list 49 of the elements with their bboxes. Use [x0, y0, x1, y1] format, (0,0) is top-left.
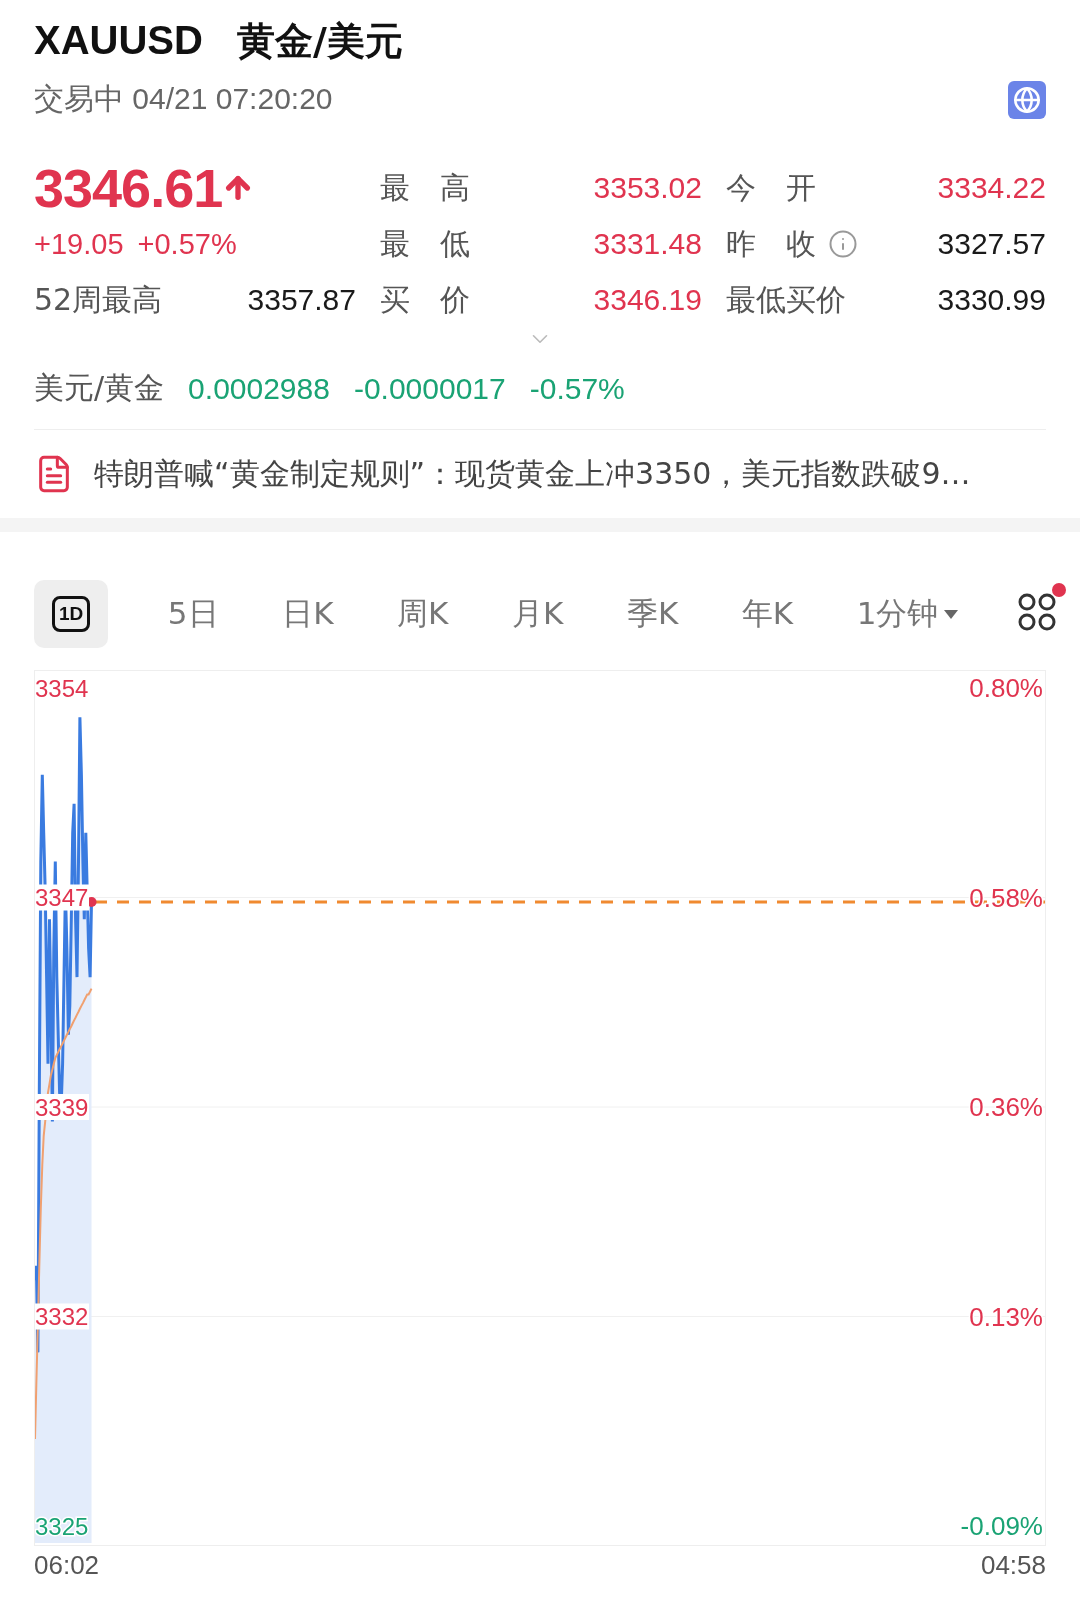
stat-value: 3357.87	[247, 283, 356, 317]
axis-label: 3347	[35, 884, 89, 911]
inverse-price: 0.0002988	[188, 371, 330, 406]
stat-value: 3353.02	[593, 171, 702, 205]
period-tab[interactable]: 周K	[393, 580, 453, 648]
stat-value: 3334.22	[937, 171, 1046, 205]
percent-change: +0.57%	[137, 227, 237, 261]
news-headline[interactable]: 特朗普喊“黄金制定规则”：现货黄金上冲3350，美元指数跌破9…	[94, 453, 971, 495]
stat-label: 52周最高	[34, 280, 164, 319]
stat-label: 昨 收	[726, 224, 816, 263]
instrument-name: 黄金/美元	[236, 18, 403, 65]
stat-label: 最 高	[380, 168, 470, 207]
axis-label: 3354	[35, 674, 89, 702]
period-tab[interactable]: 5日	[163, 580, 223, 648]
axis-label: 0.58%	[969, 882, 1043, 913]
period-tab[interactable]: 1分钟	[852, 580, 963, 648]
stat-value: 3327.57	[937, 227, 1046, 261]
inverse-change: -0.0000017	[353, 371, 506, 406]
axis-label: 0.80%	[969, 673, 1043, 703]
inverse-pair-label: 美元/黄金	[34, 369, 165, 407]
time-label: 06:02	[34, 1550, 100, 1581]
globe-icon[interactable]	[1008, 80, 1046, 119]
last-price: 3346.61	[34, 157, 223, 219]
grid-icon[interactable]	[1018, 593, 1056, 631]
axis-label: 0.13%	[969, 1301, 1043, 1332]
price-change: +19.05	[34, 227, 124, 261]
stat-label: 最低买价	[726, 280, 846, 319]
info-icon[interactable]	[828, 229, 858, 259]
axis-label: 3332	[35, 1303, 89, 1330]
stat-value: 3346.19	[593, 283, 702, 317]
stat-label: 最 低	[380, 224, 470, 263]
period-tab[interactable]: 日K	[278, 580, 338, 648]
period-tab[interactable]: 1D	[34, 580, 109, 648]
period-tab[interactable]: 年K	[737, 580, 798, 648]
stat-label: 今 开	[726, 168, 816, 207]
axis-label: 3339	[35, 1093, 89, 1121]
axis-label: -0.09%	[960, 1511, 1043, 1541]
stat-label: 买 价	[380, 280, 470, 319]
symbol-title: XAUUSD	[34, 18, 203, 63]
stat-value: 3330.99	[937, 283, 1046, 317]
period-tab[interactable]: 月K	[507, 580, 568, 648]
period-tab[interactable]: 季K	[622, 580, 683, 648]
caret-icon	[944, 609, 959, 619]
inverse-percent: -0.57%	[529, 371, 625, 406]
stat-value: 3331.48	[593, 227, 702, 261]
axis-label: 0.36%	[969, 1092, 1043, 1122]
trading-status: 交易中 04/21 07:20:20	[34, 81, 333, 117]
axis-label: 3325	[35, 1512, 89, 1540]
time-label: 04:58	[980, 1550, 1046, 1581]
